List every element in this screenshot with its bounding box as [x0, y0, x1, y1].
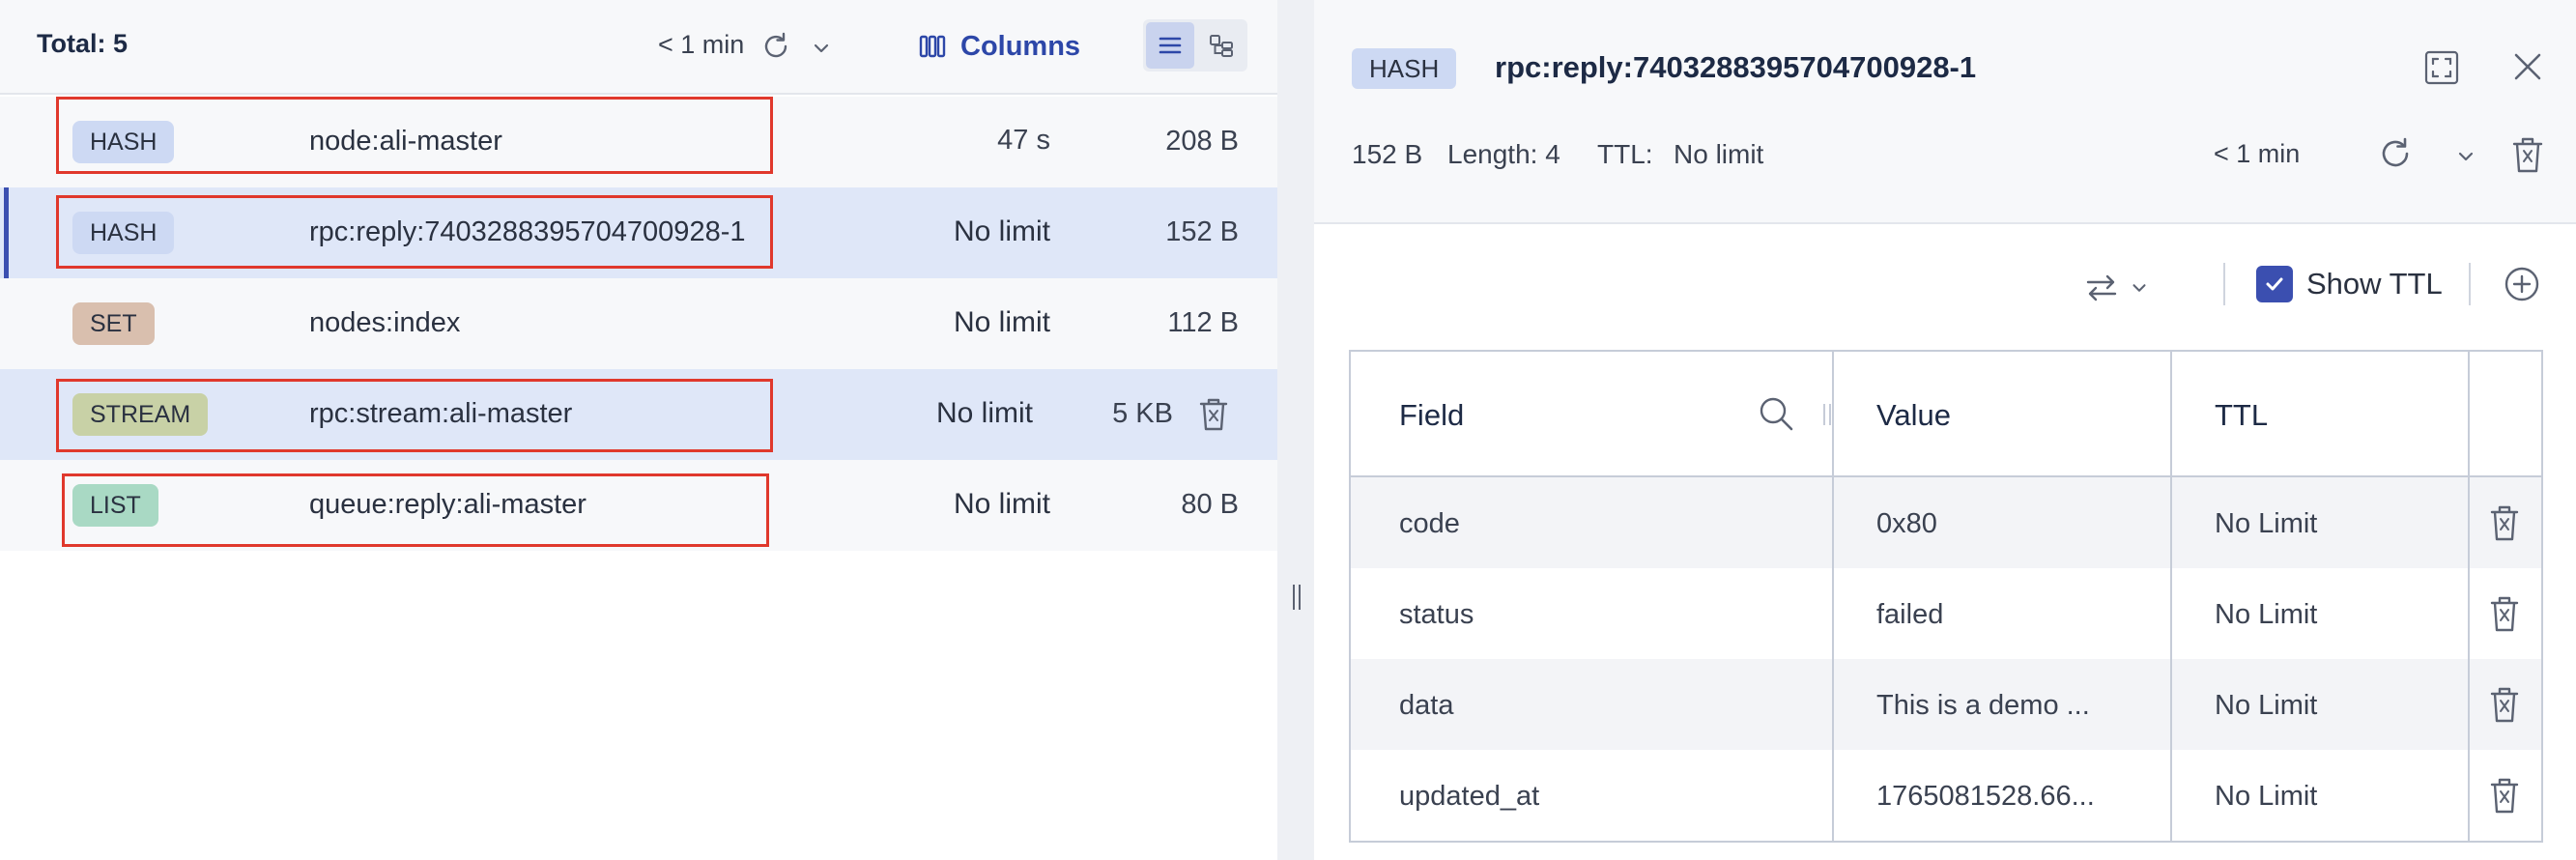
key-row[interactable]: HASH node:ali-master 47 s 208 B [0, 97, 1277, 187]
key-name: queue:reply:ali-master [309, 489, 587, 520]
format-switch-icon [2086, 274, 2117, 301]
key-name: nodes:index [309, 307, 461, 338]
last-refresh-text: < 1 min [658, 30, 745, 59]
key-name: rpc:stream:ali-master [309, 398, 573, 429]
key-size: 80 B [1181, 489, 1239, 520]
chevron-down-icon [2132, 284, 2146, 292]
toolbar-divider [2469, 263, 2471, 305]
key-row[interactable]: STREAM rpc:stream:ali-master No limit 5 … [0, 369, 1277, 460]
format-switch-button[interactable] [2084, 267, 2161, 309]
close-icon[interactable] [2510, 49, 2545, 84]
value-cell: 1765081528.66... [1876, 781, 2095, 812]
key-row-selected[interactable]: HASH rpc:reply:7403288395704700928-1 No … [0, 187, 1277, 278]
ttl-cell[interactable]: No Limit [2215, 690, 2317, 722]
chevron-down-icon[interactable] [810, 37, 833, 60]
checkbox-icon[interactable] [2256, 266, 2293, 302]
key-size: 112 B [1167, 307, 1239, 338]
list-view-button[interactable] [1146, 22, 1194, 69]
type-badge: LIST [72, 484, 158, 527]
value-cell: 0x80 [1876, 508, 1937, 539]
ttl-cell[interactable]: No Limit [2215, 599, 2317, 631]
tree-view-button[interactable] [1197, 22, 1245, 69]
key-type-badge: HASH [1352, 48, 1457, 89]
expand-icon[interactable] [2423, 49, 2460, 86]
hash-fields-table: Field Value TTL code 0x80 No Limit statu… [1349, 350, 2543, 843]
key-size: 152 B [1352, 139, 1423, 169]
pane-splitter[interactable] [1277, 0, 1314, 860]
trash-icon[interactable] [2509, 134, 2546, 175]
table-row[interactable]: code 0x80 No Limit [1351, 477, 2541, 568]
key-size: 152 B [1165, 216, 1239, 247]
key-ttl: No limit [953, 215, 1050, 247]
key-ttl: No limit [953, 306, 1050, 338]
add-icon[interactable] [2504, 266, 2540, 302]
refresh-icon[interactable] [2377, 135, 2414, 172]
key-list-pane: Total: 5 < 1 min Columns HASH node:ali-m… [0, 0, 1277, 860]
key-length: Length: 4 [1447, 139, 1560, 169]
key-name: node:ali-master [309, 126, 502, 157]
show-ttl-toggle[interactable]: Show TTL [2256, 263, 2443, 305]
type-badge: STREAM [72, 393, 209, 436]
table-row[interactable]: updated_at 1765081528.66... No Limit [1351, 750, 2541, 841]
key-row[interactable]: LIST queue:reply:ali-master No limit 80 … [0, 460, 1277, 551]
table-row[interactable]: status failed No Limit [1351, 568, 2541, 659]
field-cell: data [1399, 690, 1454, 721]
value-cell: This is a demo ... [1876, 690, 2090, 721]
details-toolbar: Show TTL [1314, 226, 2576, 346]
columns-button[interactable]: Columns [918, 25, 1080, 68]
key-ttl: No limit [935, 397, 1033, 429]
trash-icon[interactable] [2487, 684, 2522, 725]
key-size: 208 B [1165, 126, 1239, 157]
total-count: Total: 5 [37, 29, 128, 58]
view-mode-toggle [1143, 19, 1247, 72]
trash-icon[interactable] [2487, 502, 2522, 543]
key-details-header: HASH rpc:reply:7403288395704700928-1 152… [1314, 0, 2576, 224]
resize-handle-icon[interactable] [1291, 583, 1302, 612]
key-name: rpc:reply:7403288395704700928-1 [309, 216, 746, 247]
field-cell: code [1399, 508, 1460, 539]
columns-icon [919, 35, 946, 58]
table-row[interactable]: data This is a demo ... No Limit [1351, 659, 2541, 750]
type-badge: HASH [72, 121, 175, 163]
key-ttl: 47 s [997, 125, 1050, 156]
key-name-title[interactable]: rpc:reply:7403288395704700928-1 [1495, 50, 1976, 85]
ttl-value[interactable]: No limit [1674, 139, 1763, 170]
ttl-cell[interactable]: No Limit [2215, 781, 2317, 813]
list-view-icon [1159, 37, 1182, 54]
last-refresh-text: < 1 min [2214, 139, 2301, 168]
refresh-icon[interactable] [759, 30, 792, 63]
table-header: Field Value TTL [1351, 352, 2541, 477]
trash-icon[interactable] [2487, 593, 2522, 634]
ttl-cell[interactable]: No Limit [2215, 508, 2317, 540]
value-cell: failed [1876, 599, 1944, 630]
key-list-header: Total: 5 < 1 min Columns [0, 0, 1277, 95]
key-size: 5 KB [1112, 398, 1173, 429]
column-header-field[interactable]: Field [1399, 398, 1464, 433]
ttl-label: TTL: [1597, 139, 1653, 169]
column-header-ttl[interactable]: TTL [2215, 398, 2268, 433]
field-cell: updated_at [1399, 781, 1540, 812]
key-details-pane: HASH rpc:reply:7403288395704700928-1 152… [1314, 0, 2576, 860]
show-ttl-label: Show TTL [2306, 267, 2443, 301]
column-divider [2170, 352, 2172, 841]
column-header-value[interactable]: Value [1876, 398, 1951, 433]
type-badge: SET [72, 302, 155, 345]
column-divider [1832, 352, 1834, 841]
key-ttl: No limit [953, 488, 1050, 520]
trash-icon[interactable] [1196, 395, 1231, 434]
column-divider [2468, 352, 2470, 841]
field-cell: status [1399, 599, 1474, 630]
trash-icon[interactable] [2487, 775, 2522, 816]
toolbar-divider [2223, 263, 2225, 305]
key-row[interactable]: SET nodes:index No limit 112 B [0, 278, 1277, 369]
chevron-down-icon[interactable] [2454, 145, 2477, 168]
type-badge: HASH [72, 212, 175, 254]
columns-label: Columns [960, 30, 1081, 62]
tree-view-icon [1210, 35, 1233, 57]
search-icon[interactable] [1757, 394, 1795, 433]
